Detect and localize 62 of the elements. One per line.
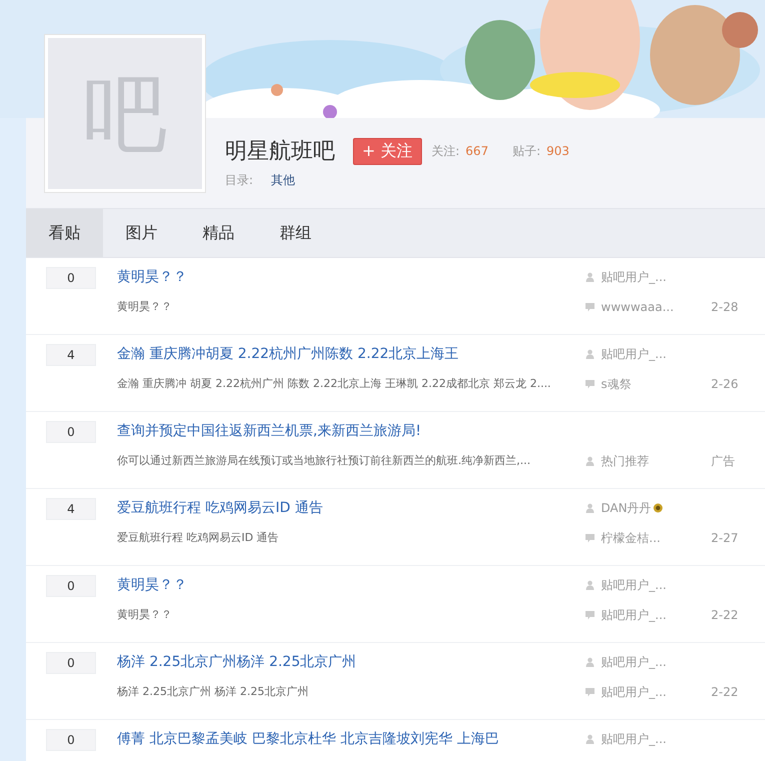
user-icon xyxy=(585,272,595,282)
comment-icon xyxy=(585,610,595,620)
tab[interactable]: 图片 xyxy=(103,209,180,257)
stat-value: 903 xyxy=(546,144,570,158)
thread-title[interactable]: 傅菁 北京巴黎孟美岐 巴黎北京杜华 北京吉隆坡刘宪华 上海巴 xyxy=(117,729,499,749)
last-reply-user[interactable]: s魂祭 xyxy=(601,376,711,392)
post-date: 2-22 xyxy=(711,685,738,699)
user-icon xyxy=(585,349,595,359)
stat-value: 667 xyxy=(466,144,488,158)
last-reply-user[interactable]: 贴吧用户_... xyxy=(601,684,711,700)
comment-icon xyxy=(585,379,595,389)
tab[interactable]: 看贴 xyxy=(26,209,103,257)
reply-count: 0 xyxy=(46,421,96,443)
thread-title[interactable]: 黄明昊？？ xyxy=(117,575,187,595)
last-reply-user[interactable]: 柠檬金桔... xyxy=(601,530,711,546)
post-date: 2-22 xyxy=(711,608,738,622)
post-date: 2-26 xyxy=(711,377,738,391)
thread-excerpt: 黄明昊？？ xyxy=(117,299,172,315)
ad-label: 广告 xyxy=(711,452,735,470)
reply-count: 0 xyxy=(46,652,96,674)
last-reply-user[interactable]: wwwwaaa... xyxy=(601,300,711,314)
reply-count: 0 xyxy=(46,267,96,289)
comment-icon xyxy=(585,533,595,543)
thread-title[interactable]: 黄明昊？？ xyxy=(117,267,187,287)
thread-excerpt: 黄明昊？？ xyxy=(117,607,172,623)
author-name[interactable]: 贴吧用户_... xyxy=(601,346,666,362)
thread-title[interactable]: 爱豆航班行程 吃鸡网易云ID 通告 xyxy=(117,498,323,518)
forum-name: 明星航班吧 xyxy=(225,138,335,166)
reply-count: 4 xyxy=(46,498,96,520)
stat-label: 贴子: xyxy=(512,142,540,160)
author-name[interactable]: DAN丹丹 xyxy=(601,500,652,516)
comment-icon xyxy=(585,302,595,312)
last-reply-user[interactable]: 贴吧用户_... xyxy=(601,606,711,624)
user-icon xyxy=(585,734,595,744)
user-icon xyxy=(585,456,595,466)
post-date: 2-28 xyxy=(711,300,738,314)
reply-count: 0 xyxy=(46,575,96,597)
author-name[interactable]: 贴吧用户_... xyxy=(601,730,666,748)
comment-icon xyxy=(585,687,595,697)
tab[interactable]: 精品 xyxy=(180,209,257,257)
thread-excerpt: 你可以通过新西兰旅游局在线预订或当地旅行社预订前往新西兰的航班.纯净新西兰,... xyxy=(117,453,530,469)
last-reply-user[interactable]: 热门推荐 xyxy=(601,452,711,470)
tab[interactable]: 群组 xyxy=(257,209,334,257)
follow-button[interactable]: + 关注 xyxy=(353,138,422,164)
thread-excerpt: 金瀚 重庆腾冲 胡夏 2.22杭州广州 陈数 2.22北京上海 王琳凯 2.22成都北京 郑云龙 2.... xyxy=(117,376,551,392)
post-date: 2-27 xyxy=(711,531,738,545)
author-name[interactable]: 贴吧用户_... xyxy=(601,576,666,594)
thread-excerpt: 爱豆航班行程 吃鸡网易云ID 通告 xyxy=(117,530,279,546)
stat-label: 关注: xyxy=(432,142,460,160)
reply-count: 0 xyxy=(46,729,96,751)
user-icon xyxy=(585,580,595,590)
category-label: 目录: xyxy=(225,173,254,187)
thread-title[interactable]: 金瀚 重庆腾冲胡夏 2.22杭州广州陈数 2.22北京上海王 xyxy=(117,344,459,364)
user-icon xyxy=(585,657,595,667)
category-link[interactable]: 其他 xyxy=(270,173,295,187)
thread-excerpt: 杨洋 2.25北京广州 杨洋 2.25北京广州 xyxy=(117,684,308,700)
author-name[interactable]: 贴吧用户_... xyxy=(601,654,666,670)
thread-title[interactable]: 查询并预定中国往返新西兰机票,来新西兰旅游局! xyxy=(117,421,422,441)
reply-count: 4 xyxy=(46,344,96,366)
author-name[interactable]: 贴吧用户_... xyxy=(601,268,666,286)
user-icon xyxy=(585,503,595,513)
thread-title[interactable]: 杨洋 2.25北京广州杨洋 2.25北京广州 xyxy=(117,652,356,672)
